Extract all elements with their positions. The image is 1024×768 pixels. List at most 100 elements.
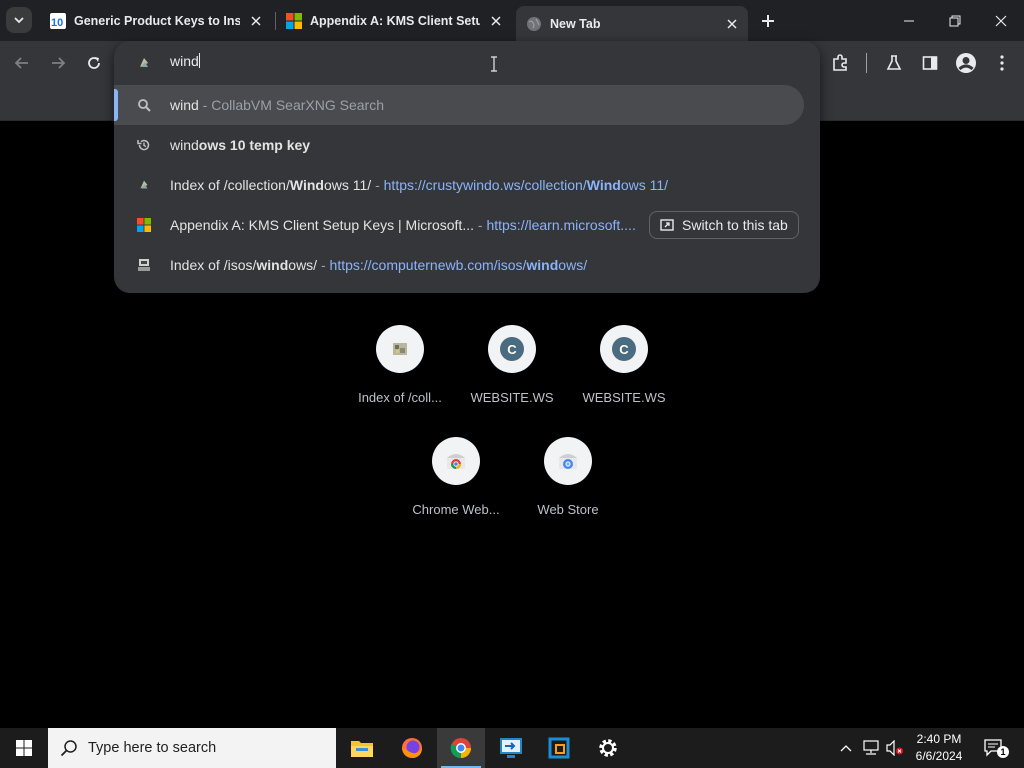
- shortcut-index-of-collection[interactable]: Index of /coll...: [344, 325, 456, 405]
- notification-count-badge: 1: [997, 746, 1009, 758]
- close-icon: [995, 15, 1007, 26]
- taskbar-chrome[interactable]: [437, 728, 485, 768]
- shortcut-website-ws-1[interactable]: C WEBSITE.WS: [456, 325, 568, 405]
- labs-button[interactable]: [881, 50, 907, 76]
- site-favicon: [140, 58, 148, 67]
- minimize-button[interactable]: [886, 0, 932, 41]
- show-hidden-icons-button[interactable]: [836, 728, 856, 768]
- volume-muted-icon: [886, 740, 903, 756]
- shortcut-label: WEBSITE.WS: [470, 390, 554, 405]
- shortcut-website-ws-2[interactable]: C WEBSITE.WS: [568, 325, 680, 405]
- suggestion-open-tab-kms[interactable]: Appendix A: KMS Client Setup Keys | Micr…: [114, 205, 820, 245]
- clock-time: 2:40 PM: [916, 732, 962, 746]
- shortcut-label: Index of /coll...: [358, 390, 442, 405]
- side-panel-button[interactable]: [917, 50, 943, 76]
- close-icon[interactable]: [724, 16, 740, 32]
- shortcut-chrome-web-store[interactable]: Chrome Web...: [400, 437, 512, 517]
- taskbar-clock[interactable]: 2:40 PM 6/6/2024: [904, 731, 974, 765]
- tab-strip: 10 Generic Product Keys to Install Appen…: [0, 0, 1024, 41]
- suggestion-crustywindo[interactable]: Index of /collection/Windows 11/ - https…: [114, 165, 820, 205]
- virtualbox-icon: [548, 737, 570, 759]
- omnibox-dropdown: wind wind - CollabVM SearXNG Search wind…: [114, 41, 820, 293]
- avatar-icon: [956, 53, 976, 73]
- chrome-icon: [450, 738, 471, 759]
- side-panel-icon: [922, 56, 938, 70]
- letter-badge-icon: C: [500, 337, 524, 361]
- tab-search-button[interactable]: [6, 7, 32, 33]
- suggestion-text: wind - CollabVM SearXNG Search: [170, 97, 384, 113]
- close-icon[interactable]: [248, 13, 264, 29]
- shortcut-tile: C: [600, 325, 648, 373]
- arrow-right-icon: [52, 57, 66, 69]
- shortcut-web-store[interactable]: Web Store: [512, 437, 624, 517]
- profile-button[interactable]: [953, 50, 979, 76]
- taskbar-settings[interactable]: [584, 728, 632, 768]
- shortcut-label: Web Store: [537, 502, 599, 517]
- taskbar-file-explorer[interactable]: [338, 728, 386, 768]
- shortcut-label: WEBSITE.WS: [582, 390, 666, 405]
- clock-date: 6/6/2024: [915, 749, 963, 763]
- shortcut-label: Chrome Web...: [412, 502, 500, 517]
- chrome-web-store-icon: [447, 454, 465, 469]
- suggestion-text: Appendix A: KMS Client Setup Keys | Micr…: [170, 217, 636, 233]
- windows10-favicon: 10: [50, 12, 66, 29]
- chevron-down-icon: [14, 17, 24, 24]
- omnibox-input-row[interactable]: wind: [114, 41, 820, 85]
- close-window-button[interactable]: [978, 0, 1024, 41]
- search-icon: [136, 97, 152, 113]
- text-cursor-icon: [491, 56, 497, 72]
- new-tab-button[interactable]: [757, 10, 779, 32]
- close-icon[interactable]: [488, 13, 504, 29]
- taskbar-firefox[interactable]: [388, 728, 436, 768]
- firefox-icon: [402, 738, 422, 758]
- taskbar: Type here to search 2:40 PM 6/6/2024 1: [0, 728, 1024, 768]
- svg-text:10: 10: [51, 17, 63, 29]
- suggestion-computernewb[interactable]: Index of /isos/windows/ - https://comput…: [114, 245, 820, 285]
- remote-desktop-icon: [500, 738, 522, 758]
- suggestion-history[interactable]: windows 10 temp key: [114, 125, 820, 165]
- restore-icon: [949, 15, 961, 26]
- network-button[interactable]: [860, 728, 882, 768]
- reload-button[interactable]: [81, 50, 107, 76]
- shortcut-tile: [376, 325, 424, 373]
- taskbar-remote-app[interactable]: [487, 728, 535, 768]
- extensions-button[interactable]: [827, 50, 853, 76]
- shortcut-tile: [544, 437, 592, 485]
- arrow-left-icon: [14, 57, 28, 69]
- microsoft-favicon: [136, 217, 152, 233]
- tab-generic-product-keys[interactable]: 10 Generic Product Keys to Install: [40, 0, 272, 41]
- minimize-icon: [904, 20, 914, 21]
- volume-button[interactable]: [884, 728, 906, 768]
- microsoft-favicon: [286, 12, 302, 29]
- globe-icon: [527, 16, 541, 31]
- tab-appendix-kms[interactable]: Appendix A: KMS Client Setup: [276, 0, 512, 41]
- menu-button[interactable]: [989, 50, 1015, 76]
- forward-button[interactable]: [45, 50, 71, 76]
- directory-favicon: [393, 343, 407, 355]
- letter-badge-icon: C: [612, 337, 636, 361]
- suggestion-text: Index of /isos/windows/ - https://comput…: [170, 257, 588, 273]
- suggestion-text: Index of /collection/Windows 11/ - https…: [170, 177, 669, 193]
- more-vertical-icon: [1000, 55, 1004, 71]
- selection-indicator: [114, 89, 118, 121]
- start-button[interactable]: [0, 728, 48, 768]
- notifications-button[interactable]: 1: [980, 728, 1009, 768]
- taskbar-search-box[interactable]: Type here to search: [48, 728, 336, 768]
- suggestion-search[interactable]: wind - CollabVM SearXNG Search: [114, 85, 804, 125]
- taskbar-search-placeholder: Type here to search: [88, 740, 217, 756]
- flask-icon: [886, 55, 902, 70]
- omnibox-input[interactable]: wind: [170, 53, 200, 73]
- suggestion-text: windows 10 temp key: [170, 137, 311, 153]
- folder-icon: [351, 741, 373, 757]
- tab-new-tab[interactable]: New Tab: [516, 6, 748, 41]
- tab-title: Generic Product Keys to Install: [74, 13, 240, 28]
- windows-logo-icon: [16, 740, 32, 756]
- reload-icon: [88, 57, 100, 69]
- tab-title: Appendix A: KMS Client Setup: [310, 13, 480, 28]
- back-button[interactable]: [9, 50, 35, 76]
- taskbar-virtualbox[interactable]: [535, 728, 583, 768]
- restore-button[interactable]: [932, 0, 978, 41]
- switch-to-tab-button[interactable]: Switch to this tab: [649, 211, 799, 239]
- gear-icon: [599, 739, 617, 757]
- site-favicon: [136, 177, 152, 193]
